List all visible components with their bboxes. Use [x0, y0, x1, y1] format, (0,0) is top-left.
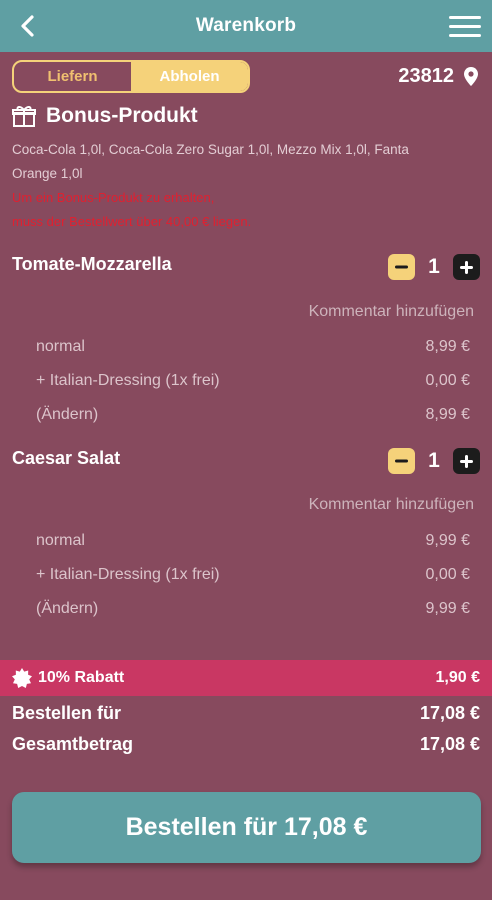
plus-icon — [460, 260, 473, 274]
line-price: 8,99 € — [425, 338, 470, 355]
minus-icon — [395, 459, 408, 463]
line-price: 9,99 € — [425, 600, 470, 617]
discount-label: 10% Rabatt — [38, 669, 125, 686]
badge-icon — [12, 668, 32, 688]
bonus-header: Bonus-Produkt — [12, 104, 198, 128]
bonus-title: Bonus-Produkt — [46, 104, 198, 127]
grand-total-value: 17,08 € — [419, 734, 480, 754]
minus-icon — [395, 265, 408, 269]
add-comment-link[interactable]: Kommentar hinzufügen — [309, 496, 474, 514]
grand-total-row: Gesamtbetrag 17,08 € — [12, 734, 480, 755]
map-pin-icon — [464, 66, 478, 86]
option-abholen[interactable]: Abholen — [131, 62, 248, 91]
top-bar: Warenkorb — [0, 0, 492, 52]
price-line: + Italian-Dressing (1x frei) 0,00 € — [36, 566, 470, 584]
quantity-stepper: 1 — [388, 254, 480, 280]
price-line: (Ändern) 8,99 € — [36, 406, 470, 424]
increase-button[interactable] — [453, 254, 480, 280]
price-line: normal 9,99 € — [36, 532, 470, 550]
line-price: 9,99 € — [425, 532, 470, 549]
chevron-left-icon — [21, 15, 34, 37]
grand-total-label: Gesamtbetrag — [12, 734, 134, 754]
line-label: normal — [36, 532, 85, 549]
quantity-value: 1 — [428, 255, 440, 278]
bonus-hint-line-2: muss der Bestellwert über 40,00 € liegen… — [12, 214, 252, 229]
decrease-button[interactable] — [388, 448, 415, 474]
delivery-mode-toggle: Liefern Abholen — [12, 60, 250, 93]
back-button[interactable] — [14, 12, 42, 40]
quantity-stepper: 1 — [388, 448, 480, 474]
quantity-value: 1 — [428, 449, 440, 472]
zip-code: 23812 — [398, 64, 454, 87]
line-label: + Italian-Dressing (1x frei) — [36, 566, 220, 583]
discount-amount: 1,90 € — [435, 669, 480, 686]
order-total-value: 17,08 € — [419, 703, 480, 723]
location-selector[interactable]: 23812 — [398, 62, 478, 90]
decrease-button[interactable] — [388, 254, 415, 280]
order-total-label: Bestellen für — [12, 703, 122, 723]
line-label: + Italian-Dressing (1x frei) — [36, 372, 220, 389]
price-line: (Ändern) 9,99 € — [36, 600, 470, 618]
change-link[interactable]: (Ändern) — [36, 600, 98, 618]
page-title: Warenkorb — [195, 15, 297, 36]
order-total-row: Bestellen für 17,08 € — [12, 703, 480, 724]
bonus-hint: Um ein Bonus-Produkt zu erhalten, muss d… — [12, 186, 452, 234]
add-comment-link[interactable]: Kommentar hinzufügen — [309, 303, 474, 321]
line-price: 0,00 € — [425, 566, 470, 583]
line-label: normal — [36, 338, 85, 355]
increase-button[interactable] — [453, 448, 480, 474]
menu-button[interactable] — [448, 12, 482, 40]
plus-icon — [460, 454, 473, 468]
discount-row: 10% Rabatt 1,90 € — [0, 660, 492, 696]
change-link[interactable]: (Ändern) — [36, 406, 98, 424]
order-button[interactable]: Bestellen für 17,08 € — [12, 792, 481, 863]
option-liefern[interactable]: Liefern — [14, 62, 131, 91]
item-name: Caesar Salat — [12, 448, 121, 468]
bonus-products: Coca-Cola 1,0l, Coca-Cola Zero Sugar 1,0… — [12, 142, 409, 181]
line-price: 0,00 € — [425, 372, 470, 389]
price-line: + Italian-Dressing (1x frei) 0,00 € — [36, 372, 470, 390]
gift-icon — [12, 106, 36, 127]
price-line: normal 8,99 € — [36, 338, 470, 356]
hamburger-menu-icon — [449, 16, 481, 37]
bonus-hint-line-1: Um ein Bonus-Produkt zu erhalten, — [12, 190, 215, 205]
line-price: 8,99 € — [425, 406, 470, 423]
item-name: Tomate-Mozzarella — [12, 254, 172, 274]
